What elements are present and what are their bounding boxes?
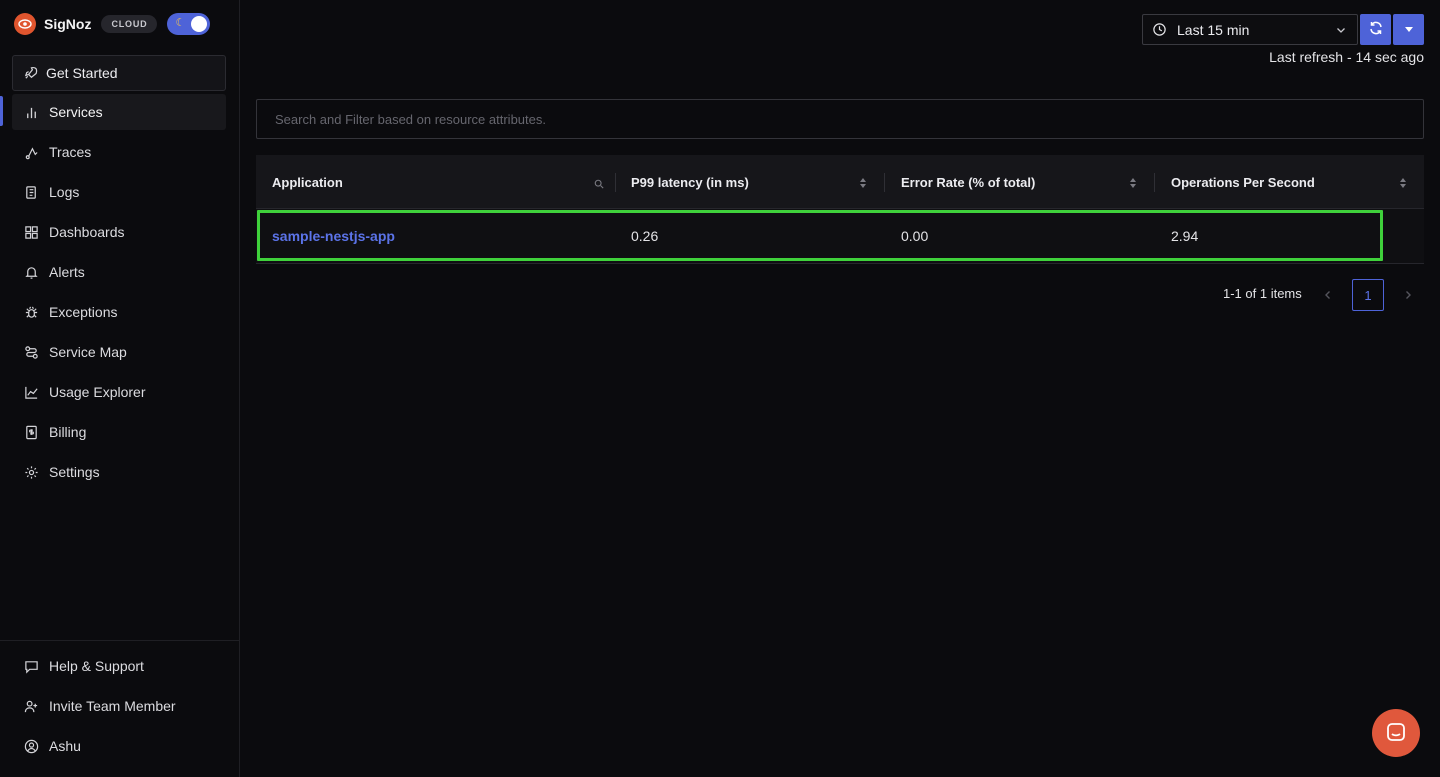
table-header: Application P99 latency (in ms) Error Ra… [256,155,1424,209]
sidebar-item-label: Logs [49,184,80,200]
theme-toggle[interactable]: ☾ [167,13,211,35]
refresh-icon [1368,20,1384,39]
column-separator [615,173,616,192]
signoz-logo-icon [14,13,36,35]
sidebar-item-label: Service Map [49,344,127,360]
chevron-left-icon[interactable] [1322,288,1334,304]
sidebar-item-billing[interactable]: Billing [12,414,226,450]
get-started-label: Get Started [46,65,118,81]
sidebar-item-user-profile[interactable]: Ashu [12,728,226,764]
user-plus-icon [24,699,39,714]
sidebar-item-logs[interactable]: Logs [12,174,226,210]
sidebar-item-traces[interactable]: Traces [12,134,226,170]
error-rate-cell: 0.00 [901,227,929,244]
route-icon [24,145,39,160]
rocket-icon [23,66,38,81]
sidebar-item-label: Invite Team Member [49,698,176,714]
sidebar-item-label: Ashu [49,738,81,754]
sidebar-item-label: Billing [49,424,87,440]
sidebar-item-invite-team-member[interactable]: Invite Team Member [12,688,226,724]
sidebar-item-label: Usage Explorer [49,384,146,400]
chat-icon [1384,720,1408,747]
bell-icon [24,265,39,280]
sidebar-item-label: Alerts [49,264,85,280]
application-link[interactable]: sample-nestjs-app [272,228,395,244]
sidebar-item-service-map[interactable]: Service Map [12,334,226,370]
p99-latency-cell: 0.26 [631,227,659,244]
operations-per-second-cell: 2.94 [1171,227,1199,244]
services-table: Application P99 latency (in ms) Error Ra… [256,155,1424,264]
sort-icon[interactable] [1399,176,1407,192]
column-header-error-rate[interactable]: Error Rate (% of total) [901,155,1035,209]
column-separator [884,173,885,192]
clock-icon [1152,22,1167,37]
sidebar-item-label: Services [49,104,103,120]
route-map-icon [24,345,39,360]
table-row[interactable]: sample-nestjs-app 0.26 0.00 2.94 [256,209,1424,264]
sidebar-item-label: Settings [49,464,100,480]
search-icon[interactable] [594,176,604,192]
resource-attributes-search-input[interactable] [256,99,1424,139]
line-chart-icon [24,385,39,400]
column-separator [1154,173,1155,192]
sidebar-item-settings[interactable]: Settings [12,454,226,490]
active-indicator [0,96,3,126]
sidebar-item-usage-explorer[interactable]: Usage Explorer [12,374,226,410]
column-header-operations-per-second[interactable]: Operations Per Second [1171,155,1315,209]
sidebar-item-exceptions[interactable]: Exceptions [12,294,226,330]
brand[interactable]: SigNoz CLOUD ☾ [14,12,211,36]
chat-support-button[interactable] [1372,709,1420,757]
sidebar-item-label: Traces [49,144,92,160]
message-icon [24,659,39,674]
sort-icon[interactable] [1129,176,1137,192]
moon-icon: ☾ [175,17,186,29]
toggle-knob [191,16,208,32]
bug-icon [24,305,39,320]
chevron-right-icon[interactable] [1402,288,1414,304]
refresh-button[interactable] [1360,14,1391,45]
sort-icon[interactable] [859,176,867,192]
sidebar-item-help-support[interactable]: Help & Support [12,648,226,684]
receipt-icon [24,425,39,440]
sidebar-item-alerts[interactable]: Alerts [12,254,226,290]
sidebar-item-dashboards[interactable]: Dashboards [12,214,226,250]
sidebar-item-label: Dashboards [49,224,125,240]
cloud-badge: CLOUD [101,15,158,33]
column-header-p99-latency[interactable]: P99 latency (in ms) [631,155,749,209]
sidebar-divider [0,640,239,641]
scroll-icon [24,185,39,200]
pagination-info: 1-1 of 1 items [1223,286,1302,301]
grid-icon [24,225,39,240]
user-circle-icon [24,739,39,754]
time-range-value: Last 15 min [1177,21,1250,38]
time-range-select[interactable]: Last 15 min [1142,14,1358,45]
sidebar-item-label: Help & Support [49,658,144,674]
caret-down-icon [1403,22,1415,38]
refresh-interval-dropdown[interactable] [1393,14,1424,45]
column-header-application: Application [272,174,343,190]
sidebar-item-label: Exceptions [49,304,118,320]
bar-chart-icon [24,105,39,120]
chevron-down-icon [1335,23,1347,39]
last-refresh-text: Last refresh - 14 sec ago [1269,49,1424,65]
row-highlight-outline [257,210,1383,261]
brand-name: SigNoz [44,16,92,32]
gear-icon [24,465,39,480]
pagination-page-button[interactable]: 1 [1352,279,1384,311]
sidebar: SigNoz CLOUD ☾ Get Started Services Trac… [0,0,240,777]
get-started-button[interactable]: Get Started [12,55,226,91]
sidebar-item-services[interactable]: Services [12,94,226,130]
